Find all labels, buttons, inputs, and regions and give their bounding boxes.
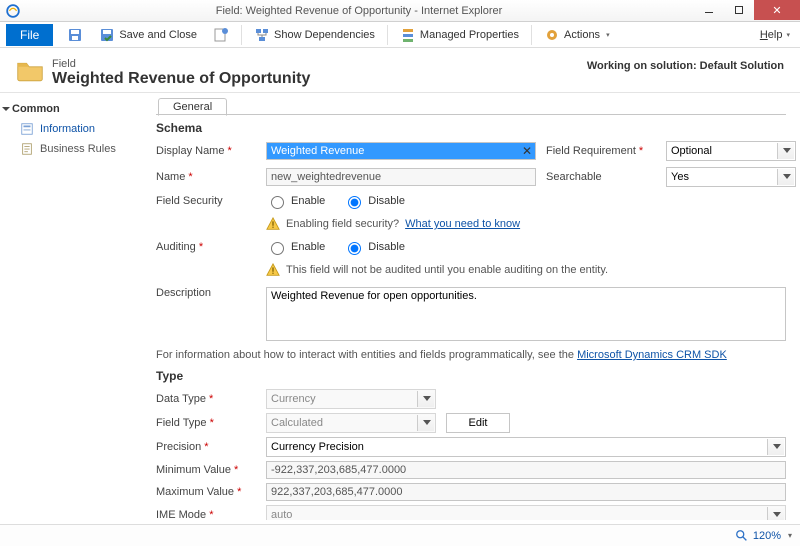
save-close-icon	[99, 27, 115, 43]
name-input[interactable]	[266, 168, 536, 186]
label-ime-mode: IME Mode	[156, 509, 256, 520]
new-icon-button[interactable]	[205, 24, 237, 46]
zoom-level[interactable]: 120%	[753, 530, 781, 542]
sidebar-item-label: Business Rules	[40, 143, 116, 155]
edit-button[interactable]: Edit	[446, 413, 510, 433]
field-security-disable[interactable]: Disable	[343, 193, 405, 209]
ie-icon	[6, 4, 20, 18]
actions-label: Actions	[564, 29, 600, 41]
main: Common Information Business Rules Genera…	[0, 92, 800, 520]
warning-icon	[266, 263, 280, 277]
zoom-icon	[735, 529, 749, 543]
window-titlebar: Field: Weighted Revenue of Opportunity -…	[0, 0, 800, 22]
close-button[interactable]	[754, 0, 800, 20]
content: General Schema Display Name ✕ Field Requ…	[150, 93, 800, 520]
entity-type: Field	[52, 58, 587, 70]
clear-icon[interactable]: ✕	[522, 144, 532, 158]
fs-warning-prefix: Enabling field security?	[286, 218, 399, 230]
description-textarea[interactable]: Weighted Revenue for open opportunities.	[266, 287, 786, 341]
label-description: Description	[156, 287, 256, 299]
label-field-security: Field Security	[156, 195, 256, 207]
sidebar-item-label: Information	[40, 123, 95, 135]
managed-props-label: Managed Properties	[420, 29, 519, 41]
props-icon	[400, 27, 416, 43]
actions-menu[interactable]: Actions	[536, 24, 618, 46]
new-icon	[213, 27, 229, 43]
precision-select[interactable]: Currency Precision	[266, 437, 786, 457]
sidebar-item-business-rules[interactable]: Business Rules	[4, 139, 146, 159]
save-button[interactable]	[59, 24, 91, 46]
sidebar: Common Information Business Rules	[0, 93, 150, 520]
separator	[531, 25, 532, 45]
auditing-disable[interactable]: Disable	[343, 239, 405, 255]
audit-warning: This field will not be audited until you…	[286, 264, 608, 276]
minimize-button[interactable]	[694, 0, 724, 20]
save-close-button[interactable]: Save and Close	[91, 24, 205, 46]
label-name: Name	[156, 171, 256, 183]
section-type: Type	[156, 369, 786, 383]
show-deps-label: Show Dependencies	[274, 29, 375, 41]
min-value-input[interactable]	[266, 461, 786, 479]
field-security-enable[interactable]: Enable	[266, 193, 325, 209]
separator	[241, 25, 242, 45]
managed-properties-button[interactable]: Managed Properties	[392, 24, 527, 46]
show-dependencies-button[interactable]: Show Dependencies	[246, 24, 383, 46]
label-display-name: Display Name	[156, 145, 256, 157]
auditing-enable[interactable]: Enable	[266, 239, 325, 255]
label-field-requirement: Field Requirement	[546, 145, 656, 157]
working-solution: Working on solution: Default Solution	[587, 60, 784, 72]
page-header: Field Weighted Revenue of Opportunity Wo…	[0, 48, 800, 92]
statusbar: 120%	[0, 524, 800, 546]
section-schema: Schema	[156, 121, 786, 135]
data-type-select[interactable]: Currency	[266, 389, 436, 409]
field-requirement-select[interactable]: Optional	[666, 141, 796, 161]
searchable-select[interactable]: Yes	[666, 167, 796, 187]
max-value-input[interactable]	[266, 483, 786, 501]
sdk-link[interactable]: Microsoft Dynamics CRM SDK	[577, 349, 727, 361]
fs-warning-link[interactable]: What you need to know	[405, 218, 520, 230]
sidebar-section-common[interactable]: Common	[4, 99, 146, 119]
page-title: Weighted Revenue of Opportunity	[52, 70, 587, 88]
rules-icon	[20, 142, 34, 156]
sdk-info: For information about how to interact wi…	[156, 349, 786, 361]
gear-icon	[544, 27, 560, 43]
ime-mode-select[interactable]: auto	[266, 505, 786, 520]
deps-icon	[254, 27, 270, 43]
label-data-type: Data Type	[156, 393, 256, 405]
label-searchable: Searchable	[546, 171, 656, 183]
label-precision: Precision	[156, 441, 256, 453]
label-auditing: Auditing	[156, 241, 256, 253]
window-controls	[694, 0, 800, 21]
form-icon	[20, 122, 34, 136]
window-title: Field: Weighted Revenue of Opportunity -…	[24, 5, 694, 17]
maximize-button[interactable]	[724, 0, 754, 20]
separator	[387, 25, 388, 45]
label-min-value: Minimum Value	[156, 464, 256, 476]
help-menu[interactable]: ? Help	[758, 29, 794, 41]
help-label: Help	[760, 29, 783, 41]
save-icon	[67, 27, 83, 43]
save-close-label: Save and Close	[119, 29, 197, 41]
tabstrip: General	[156, 93, 786, 115]
field-type-select[interactable]: Calculated	[266, 413, 436, 433]
warning-icon	[266, 217, 280, 231]
label-max-value: Maximum Value	[156, 486, 256, 498]
file-menu[interactable]: File	[6, 24, 53, 46]
display-name-input[interactable]	[266, 142, 536, 160]
tab-general[interactable]: General	[158, 98, 227, 116]
folder-icon	[16, 58, 44, 82]
label-field-type: Field Type	[156, 417, 256, 429]
sidebar-item-information[interactable]: Information	[4, 119, 146, 139]
toolbar: File Save and Close Show Dependencies Ma…	[0, 22, 800, 48]
